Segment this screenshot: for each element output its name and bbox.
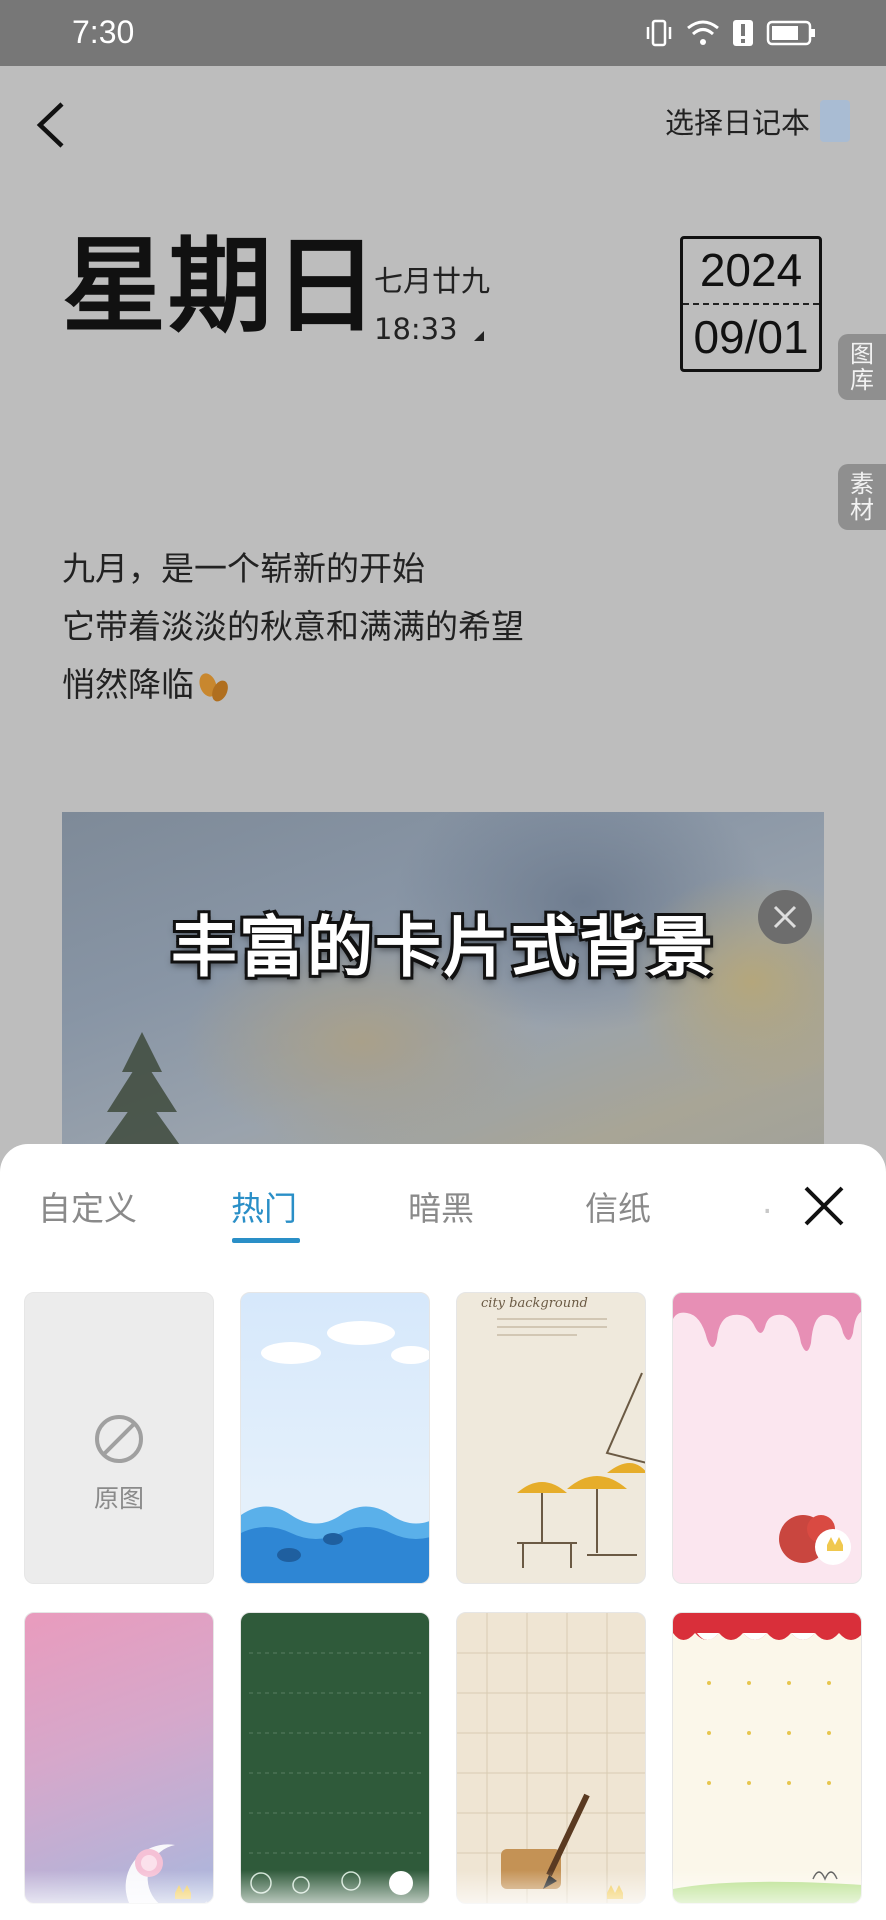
background-picker-sheet: 自定义 热门 暗黑 信纸 . 原图 city background (0, 1144, 886, 1920)
photo-caption: 丰富的卡片式背景 (171, 909, 715, 986)
entry-line: 悄然降临 (62, 665, 194, 704)
background-option-chalkboard[interactable] (240, 1612, 430, 1904)
dropdown-triangle-icon (473, 331, 484, 341)
tab-letter-paper[interactable]: 信纸 (585, 1182, 651, 1230)
background-option-city[interactable]: city background (456, 1292, 646, 1584)
entry-body[interactable]: 九月，是一个崭新的开始 它带着淡淡的秋意和满满的希望 悄然降临 (62, 540, 524, 714)
entry-time-value: 18:33 (374, 312, 458, 346)
lunar-date: 七月廿九 (374, 264, 491, 298)
active-tab-indicator (232, 1238, 300, 1243)
back-icon[interactable] (26, 92, 76, 158)
entry-line-with-emoji: 悄然降临 (62, 656, 524, 714)
background-option-grid-paper[interactable] (456, 1612, 646, 1904)
awning-thumbnail (673, 1613, 861, 1903)
entry-time[interactable]: 18:33 (374, 312, 484, 346)
close-icon (773, 905, 797, 929)
pastel-moon-thumbnail (125, 1844, 207, 1903)
no-background-icon (95, 1415, 143, 1463)
city-thumbnail: city background (481, 1296, 645, 1568)
material-side-tab[interactable]: 素 材 (838, 464, 886, 530)
background-option-original[interactable]: 原图 (24, 1292, 214, 1584)
alert-icon (733, 20, 753, 46)
close-photo-button[interactable] (758, 890, 812, 944)
status-time: 7:30 (72, 14, 135, 50)
select-notebook-label: 选择日记本 (664, 106, 810, 140)
entry-line: 它带着淡淡的秋意和满满的希望 (62, 607, 524, 646)
sky-sea-thumbnail (241, 1321, 429, 1583)
notebook-color-swatch (820, 100, 850, 142)
close-sheet-icon[interactable] (800, 1182, 848, 1230)
wifi-icon (687, 20, 719, 45)
vibrate-icon (646, 19, 672, 47)
battery-icon (766, 20, 815, 46)
date-box[interactable]: 2024 09/01 (680, 236, 822, 372)
background-option-sky-sea[interactable] (240, 1292, 430, 1584)
weekday-title: 星期日 (62, 225, 381, 347)
date-month-day: 09/01 (693, 311, 809, 363)
original-label: 原图 (93, 1484, 144, 1513)
category-tabs: 自定义 热门 暗黑 信纸 . (0, 1144, 886, 1256)
autumn-leaves-icon (199, 672, 228, 701)
grid-paper-thumbnail (457, 1613, 645, 1903)
pink-drip-thumbnail (673, 1293, 861, 1565)
tab-dark[interactable]: 暗黑 (408, 1182, 474, 1230)
date-year: 2024 (683, 239, 819, 305)
select-notebook-button[interactable]: 选择日记本 (665, 100, 850, 142)
tab-more-partial[interactable]: . (762, 1182, 770, 1221)
status-bar: 7:30 (0, 0, 886, 66)
city-background-script: city background (481, 1296, 588, 1311)
entry-line: 九月，是一个崭新的开始 (62, 549, 425, 588)
chalkboard-thumbnail (249, 1652, 423, 1895)
background-option-pink-drip[interactable] (672, 1292, 862, 1584)
bottom-fade (0, 1870, 886, 1920)
tab-custom[interactable]: 自定义 (38, 1182, 137, 1230)
status-icons (644, 16, 816, 50)
tab-popular[interactable]: 热门 (231, 1182, 297, 1230)
background-option-pastel-moon[interactable] (24, 1612, 214, 1904)
background-option-awning[interactable] (672, 1612, 862, 1904)
gallery-side-tab[interactable]: 图 库 (838, 334, 886, 400)
